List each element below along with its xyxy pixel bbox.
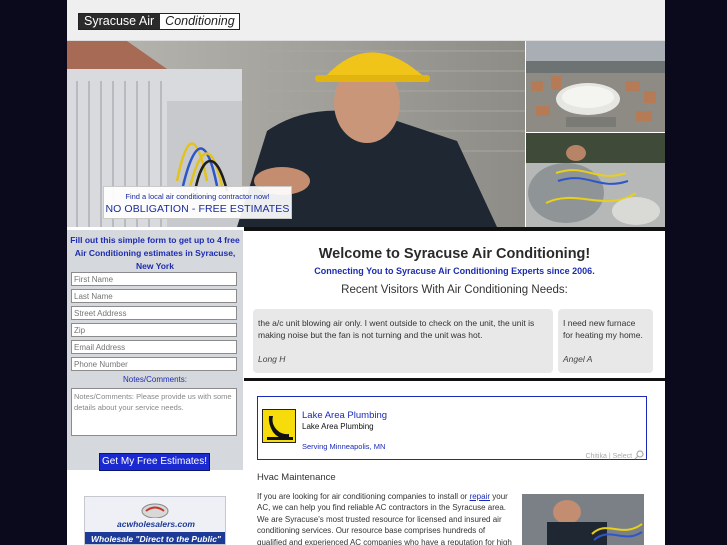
repair-link[interactable]: repair	[470, 492, 490, 501]
notes-textarea[interactable]: Notes/Comments: Please provide us with s…	[71, 388, 237, 436]
email-field[interactable]	[71, 340, 237, 354]
free-estimates-banner[interactable]: Find a local air conditioning contractor…	[103, 186, 292, 219]
search-icon	[634, 450, 644, 460]
welcome-heading: Welcome to Syracuse Air Conditioning!	[318, 246, 591, 262]
content-divider	[244, 378, 665, 381]
acwholesalers-logo-icon	[141, 503, 169, 518]
hvac-maintenance-heading: Hvac Maintenance	[257, 472, 336, 483]
chitika-label: Chitika | Select	[585, 453, 633, 460]
hvac-technician-photo	[522, 494, 644, 545]
chitika-select-link[interactable]: Chitika | Select	[585, 450, 644, 460]
ac-repair-photo	[526, 133, 665, 227]
listing-title-link[interactable]: Lake Area Plumbing	[302, 410, 387, 421]
visitor-request-text: the a/c unit blowing air only. I went ou…	[258, 318, 535, 340]
left-margin-background	[0, 0, 67, 545]
logo-text-primary: Syracuse Air	[79, 14, 161, 29]
visitor-name: Long H	[258, 354, 286, 364]
notes-label: Notes/Comments:	[122, 375, 188, 384]
site-logo[interactable]: Syracuse Air Conditioning	[78, 13, 240, 30]
section-divider	[244, 227, 665, 231]
page-container: Syracuse Air Conditioning Find a local a…	[67, 0, 665, 545]
promo-small-text: Find a local air conditioning contractor…	[125, 192, 270, 201]
site-tagline: Connecting You to Syracuse Air Condition…	[314, 266, 595, 276]
right-margin-background	[665, 0, 727, 545]
visitor-card: the a/c unit blowing air only. I went ou…	[253, 309, 553, 373]
zip-field[interactable]	[71, 323, 237, 337]
ad-tagline: Wholesale "Direct to the Public"	[85, 532, 225, 544]
listing-location: Serving Minneapolis, MN	[302, 442, 386, 451]
get-estimates-button[interactable]: Get My Free Estimates!	[99, 453, 210, 471]
syracuse-city-photo	[526, 41, 665, 132]
ad-logo-text: acwholesalers.com	[117, 519, 195, 529]
yellow-pages-logo-icon	[262, 409, 296, 443]
promo-headline: NO OBLIGATION - FREE ESTIMATES	[105, 203, 290, 215]
first-name-field[interactable]	[71, 272, 237, 286]
form-title: Fill out this simple form to get up to 4…	[70, 235, 240, 271]
hvac-text-intro: If you are looking for air conditioning …	[257, 492, 470, 501]
logo-text-secondary: Conditioning	[160, 14, 239, 29]
visitor-name: Angel A	[563, 354, 593, 364]
last-name-field[interactable]	[71, 289, 237, 303]
header-bar: Syracuse Air Conditioning	[67, 0, 665, 41]
hvac-body-text: If you are looking for air conditioning …	[257, 491, 514, 545]
phone-field[interactable]	[71, 357, 237, 371]
hero-image-technician: Find a local air conditioning contractor…	[67, 41, 525, 227]
listing-subtitle: Lake Area Plumbing	[302, 422, 374, 431]
visitor-card: I need new furnace for heating my home. …	[558, 309, 653, 373]
sponsored-listing[interactable]: Lake Area Plumbing Lake Area Plumbing Se…	[257, 396, 647, 460]
recent-visitors-heading: Recent Visitors With Air Conditioning Ne…	[341, 284, 568, 296]
acwholesalers-ad[interactable]: acwholesalers.com Wholesale "Direct to t…	[84, 496, 226, 545]
visitor-request-text: I need new furnace for heating my home.	[563, 318, 643, 340]
street-address-field[interactable]	[71, 306, 237, 320]
